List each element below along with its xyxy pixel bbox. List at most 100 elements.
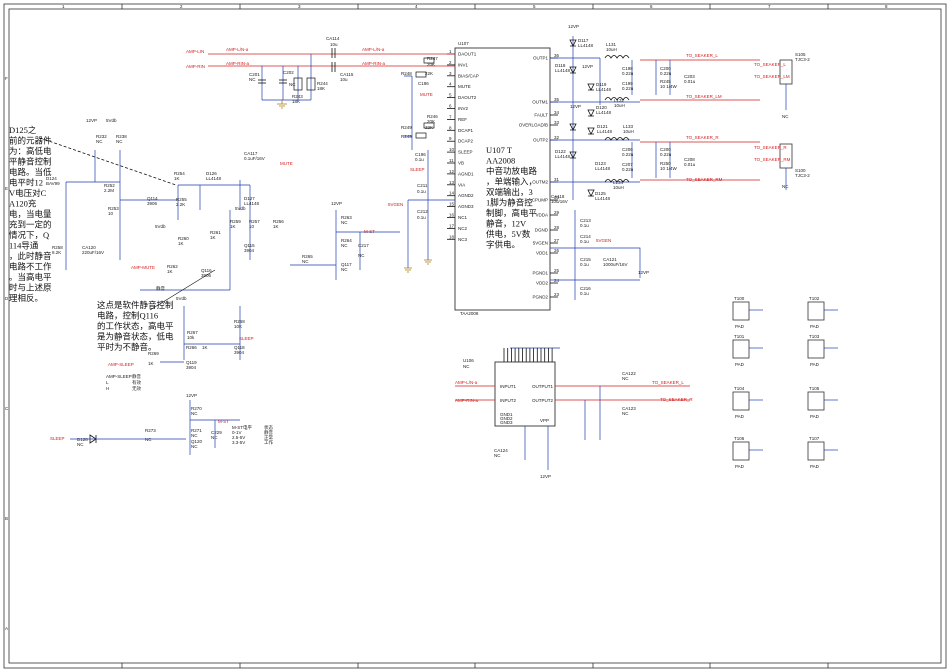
- ca117-value: 0.1uF/16V: [244, 156, 265, 161]
- u107-pin-label: NC2: [458, 226, 467, 231]
- u106-nc: NC: [463, 364, 470, 369]
- u107-pin-num: 11: [449, 158, 454, 163]
- net-amp-rin-local: AMP-RIN-a: [226, 61, 249, 66]
- u107-pin-label: INV2: [458, 106, 469, 111]
- frame-col-2: 2: [180, 4, 183, 9]
- mute-control-circuit: D124 BAV99 12VP 5Vdb R232 NC R238 NC R25…: [46, 118, 400, 292]
- u107-pin-label: VDDA: [535, 213, 548, 218]
- net-amp-rin-u106: AMP-RIN-a: [455, 398, 478, 403]
- frame-row-b: E: [5, 186, 8, 191]
- test-pad-box: [732, 301, 750, 321]
- d120-value: LL4148: [596, 110, 612, 115]
- ca115-value: 10u: [340, 77, 348, 82]
- c206-value: 0.22u: [622, 152, 634, 157]
- u106-pin-output1: OUTPUT1: [532, 384, 553, 389]
- net-5vdb-mute: 5Vdb: [106, 118, 117, 123]
- net-5vdb-q116: 5Vdb: [155, 224, 166, 229]
- r258-value: 8.2K: [52, 250, 61, 255]
- net-amp-sleep: AMP-SLEEP: [108, 362, 134, 367]
- l133-value: 10uH: [623, 129, 634, 134]
- u107-pin-label: DAOUT2: [458, 95, 477, 100]
- u107-pin-label: CPUMP: [532, 198, 548, 203]
- u107-pin-num: 34: [554, 110, 560, 115]
- u107-pin-num: 33: [554, 120, 560, 125]
- u107-pin-label: REF: [458, 117, 467, 122]
- r246-value: 20K: [427, 119, 435, 124]
- c198-value: 0.22u: [622, 71, 634, 76]
- frame-row-a: F: [5, 76, 8, 81]
- ca118-value: 10u/16V: [551, 199, 568, 204]
- frame-col-3: 3: [298, 4, 301, 9]
- test-pad-ref: T106: [734, 436, 745, 441]
- net-amp-mute: AMP-MUTE: [131, 265, 155, 270]
- r249b-ref: R249: [401, 134, 412, 139]
- q119-value: 3904: [186, 365, 197, 370]
- r271-value: NC: [191, 433, 198, 438]
- r260-value: 1K: [178, 241, 184, 246]
- frame-col-8: 8: [885, 4, 888, 9]
- r247-ref: R247: [427, 56, 438, 61]
- s105-type: TJC3-2: [795, 57, 810, 62]
- c212-value: 0.1u: [417, 215, 426, 220]
- test-pad-ref: T103: [809, 334, 820, 339]
- u107-pin-num: 25: [554, 268, 560, 273]
- c213-value: 0.1u: [580, 223, 589, 228]
- d128-value: NC: [77, 442, 84, 447]
- ca120-value: 220uF/16V: [82, 250, 104, 255]
- net-5vdb-sleep: 5Vdb: [176, 296, 187, 301]
- u107-part: TAA2008: [460, 311, 479, 316]
- u107-pin-label: OUTM1: [532, 100, 548, 105]
- r238-value: NC: [116, 139, 123, 144]
- u107-pin-label: DCAP2: [458, 139, 474, 144]
- c214-value: 0.1u: [580, 239, 589, 244]
- net-to-speaker-rm: TO_SEAKER_RM: [686, 177, 723, 182]
- u107-pin-label: VDD1: [536, 251, 549, 256]
- r248-ref: R248: [401, 71, 412, 76]
- net-12vp-u106: 12VP: [540, 474, 551, 479]
- l132-value: 10uH: [614, 103, 625, 108]
- r256-value: 1K: [273, 224, 279, 229]
- u107-left-pins: DAOUT1 1 INV1 2 BIAS/CAP 3 MUTE 4 DAOUT2 5 INV2 6 RE…: [447, 49, 479, 242]
- u107-pin-label: VDD2: [536, 281, 549, 286]
- u107-pin-num: 35: [554, 97, 560, 102]
- frame-col-4: 4: [415, 4, 418, 9]
- u107-pin-label: PGND2: [532, 295, 548, 300]
- ca121-value: 1000uF/16V: [603, 262, 628, 267]
- u107-pin-num: 32: [554, 135, 560, 140]
- u107-pin-label: OUTP1: [533, 56, 549, 61]
- net-12vp-mute: 12VP: [86, 118, 97, 123]
- u107-pin-label: PGND1: [532, 271, 548, 276]
- r257-value: 10: [249, 224, 255, 229]
- test-pad-box: [807, 301, 825, 321]
- r268-value: 10K: [234, 324, 242, 329]
- r273-value: NC: [145, 437, 152, 442]
- input-network: AMP-LIN AMP-RIN AMP-L/N-a AMP-RIN-a AMP-…: [186, 36, 455, 273]
- s105-nc: NC: [782, 114, 789, 119]
- test-pads: T100 PAD T102 PAD T101 PAD T103 PAD T104 PAD T105 P…: [732, 296, 838, 469]
- r245-value: 10 1/4W: [660, 84, 678, 89]
- q115-value: 3904: [244, 248, 255, 253]
- test-pad-ref: T104: [734, 386, 745, 391]
- q120-value: NC: [191, 444, 198, 449]
- table-a-2: H: [106, 386, 109, 391]
- net-to-speaker-r-u106: TO_SEAKER_R: [660, 397, 693, 402]
- frame-col-1: 1: [62, 4, 65, 9]
- test-pad-box: [732, 441, 750, 461]
- test-pad-label: PAD: [810, 464, 820, 469]
- r264-value: NC: [341, 243, 348, 248]
- test-pad-label: PAD: [735, 414, 745, 419]
- net-5vgen-ic: 5VGEN: [388, 202, 403, 207]
- r247-value: 20K: [427, 62, 435, 67]
- net-amp-rin: AMP-RIN: [186, 64, 205, 69]
- u107-pin-num: 8: [449, 125, 452, 130]
- u106-pin-gnd3: GND3: [500, 420, 513, 425]
- d124-value: BAV99: [46, 181, 60, 186]
- u107-pin-num: 13: [449, 180, 455, 185]
- q118-value: 3904: [234, 350, 245, 355]
- u107-pin-num: 31: [554, 177, 560, 182]
- c207-value: 0.22u: [622, 167, 634, 172]
- r267-value: 10k: [187, 335, 195, 340]
- test-pad-label: PAD: [810, 414, 820, 419]
- u107-pin-label: DCAP1: [458, 128, 474, 133]
- d125-value: LL4148: [595, 196, 611, 201]
